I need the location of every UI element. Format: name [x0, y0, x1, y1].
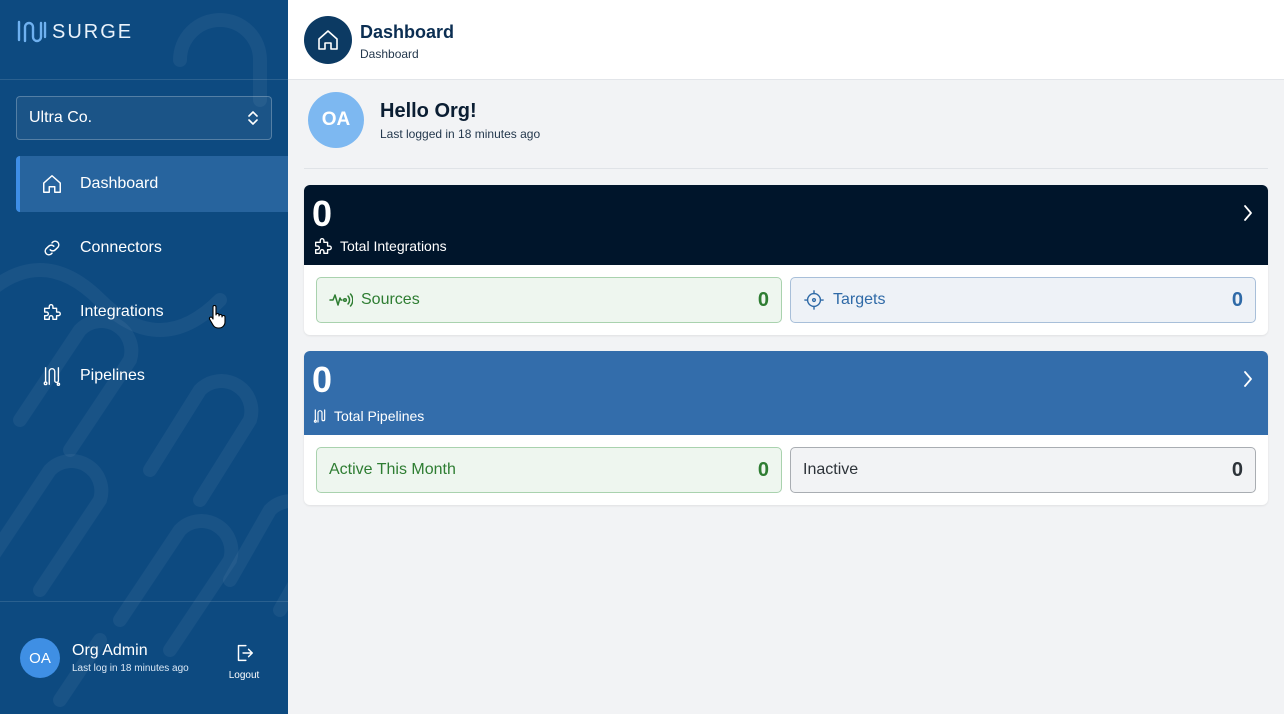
greeting-divider [304, 168, 1268, 169]
breadcrumb: Dashboard [360, 47, 419, 61]
page-header: Dashboard Dashboard [288, 0, 1284, 80]
pipelines-card-body: Active This Month 0 Inactive 0 [304, 435, 1268, 505]
active-this-month-stat[interactable]: Active This Month 0 [316, 447, 782, 493]
puzzle-icon [314, 238, 332, 255]
inactive-label: Inactive [803, 461, 859, 478]
home-icon [40, 172, 64, 196]
total-pipelines-label: Total Pipelines [312, 407, 424, 425]
surge-logo-icon [17, 20, 47, 43]
greeting-title: Hello Org! [380, 100, 477, 122]
sidebar: SURGE Ultra Co. Dashboard Connectors Int… [0, 0, 288, 714]
sources-stat[interactable]: Sources 0 [316, 277, 782, 323]
signal-icon [329, 293, 353, 307]
pipeline-icon [313, 409, 326, 423]
targets-label: Targets [833, 291, 886, 308]
hand-cursor-icon [208, 305, 226, 329]
greeting-avatar: OA [308, 92, 364, 148]
pipelines-card-header[interactable]: 0 Total Pipelines [304, 351, 1268, 435]
org-select-value: Ultra Co. [29, 109, 93, 126]
avatar: OA [20, 638, 60, 678]
logout-icon [237, 644, 253, 662]
brand-logo: SURGE [16, 18, 133, 46]
total-integrations-label: Total Integrations [312, 235, 447, 257]
puzzle-icon [40, 300, 64, 324]
user-name: Org Admin [72, 642, 148, 659]
total-pipelines-text: Total Pipelines [334, 408, 425, 424]
sidebar-item-connectors[interactable]: Connectors [16, 220, 288, 276]
sidebar-item-label: Dashboard [80, 175, 159, 192]
user-last-login: Last log in 18 minutes ago [72, 663, 189, 674]
chevron-right-icon [1244, 371, 1252, 387]
integrations-card-header[interactable]: 0 Total Integrations [304, 185, 1268, 265]
sidebar-divider-bottom [0, 601, 288, 602]
logout-button[interactable]: Logout [222, 642, 266, 681]
chevron-right-icon [1244, 205, 1252, 221]
sidebar-item-dashboard[interactable]: Dashboard [16, 156, 288, 212]
inactive-stat[interactable]: Inactive 0 [790, 447, 1256, 493]
sources-stat-label: Sources [329, 290, 420, 310]
brand-name: SURGE [52, 20, 134, 43]
sidebar-item-label: Connectors [80, 239, 162, 256]
crosshair-icon [804, 290, 824, 310]
sidebar-item-pipelines[interactable]: Pipelines [16, 348, 288, 404]
page-title: Dashboard [360, 22, 455, 42]
inactive-value: 0 [1231, 458, 1243, 481]
pipeline-icon [40, 364, 64, 388]
select-arrows-icon [248, 111, 258, 125]
sidebar-item-label: Integrations [80, 303, 164, 320]
sidebar-item-label: Pipelines [80, 367, 145, 384]
targets-value: 0 [1231, 288, 1243, 311]
link-icon [40, 236, 64, 260]
total-integrations-text: Total Integrations [340, 238, 447, 254]
integrations-card: 0 Total Integrations Sources 0 Targets 0 [304, 185, 1268, 335]
logout-label: Logout [228, 670, 260, 681]
pipelines-card: 0 Total Pipelines Active This Month 0 In… [304, 351, 1268, 505]
sources-value: 0 [757, 288, 769, 311]
active-this-month-label: Active This Month [329, 461, 456, 478]
sidebar-item-integrations[interactable]: Integrations [16, 284, 288, 340]
total-pipelines-count: 0 [312, 359, 333, 400]
org-select[interactable]: Ultra Co. [16, 96, 272, 140]
active-this-month-value: 0 [757, 458, 769, 481]
sidebar-divider-top [0, 79, 288, 80]
integrations-card-body: Sources 0 Targets 0 [304, 265, 1268, 335]
sources-label: Sources [361, 291, 420, 308]
sidebar-user: OA Org Admin Last log in 18 minutes ago [20, 638, 189, 678]
targets-stat-label: Targets [803, 289, 885, 311]
greeting-subtitle: Last logged in 18 minutes ago [380, 127, 541, 141]
total-integrations-count: 0 [312, 193, 333, 234]
header-home-icon [304, 16, 352, 64]
targets-stat[interactable]: Targets 0 [790, 277, 1256, 323]
sidebar-nav: Dashboard Connectors Integrations Pipeli… [16, 156, 288, 412]
